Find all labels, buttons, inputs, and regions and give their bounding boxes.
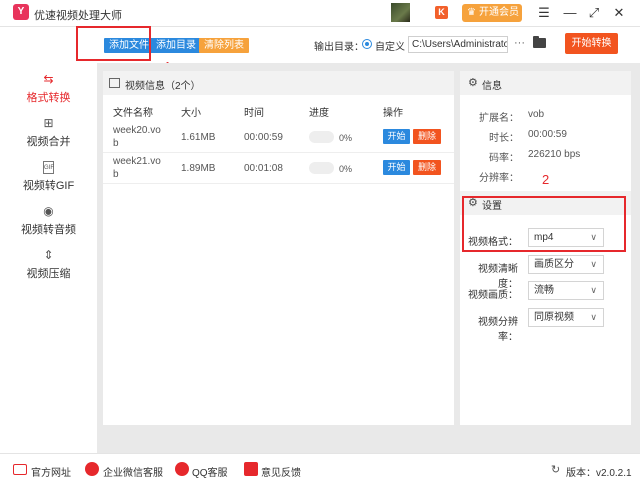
folder-icon[interactable] (533, 36, 546, 48)
clear-list-button[interactable]: 清除列表 (199, 38, 249, 53)
k-brand-icon[interactable]: K (435, 6, 448, 19)
merge-icon: ⊞ (43, 116, 54, 130)
maximize-icon[interactable]: ⤢ (585, 4, 603, 22)
info-value-extension: vob (528, 109, 545, 120)
website-link[interactable]: 官方网址 (31, 464, 71, 479)
progress-percent: 0% (339, 133, 353, 143)
sidebar-item-label: 视频转GIF (22, 180, 75, 192)
chevron-down-icon: ∨ (590, 259, 597, 269)
info-key-extension: 扩展名： (479, 113, 519, 124)
convert-all-button[interactable]: 开始转换 (565, 33, 618, 54)
column-header-progress: 进度 (309, 108, 329, 119)
audio-icon: ◉ (43, 204, 54, 218)
column-header-name: 文件名称 (113, 108, 153, 119)
version-label: 版本：v2.0.2.1 (566, 468, 632, 479)
info-panel-header: ⚙ 信息 (460, 71, 631, 95)
feedback-icon (244, 462, 258, 476)
video-list-panel: 视频信息（2个） 文件名称 大小 时间 进度 操作 week20.vob 1.6… (103, 71, 454, 425)
refresh-icon[interactable]: ↻ (551, 463, 560, 476)
video-quality-select[interactable]: 流畅 ∨ (528, 281, 604, 300)
video-resolution-label: 视频分辨率： (478, 317, 518, 343)
column-header-time: 时间 (244, 108, 264, 119)
app-logo-icon: Y (13, 4, 29, 20)
minimize-icon[interactable]: — (561, 4, 579, 22)
annotation-box-1 (76, 26, 151, 61)
footer: 官方网址 企业微信客服 QQ客服 意见反馈 ↻ 版本：v2.0.2.1 (0, 453, 640, 485)
start-button[interactable]: 开始 (383, 129, 410, 144)
info-value-duration: 00:00:59 (528, 129, 567, 140)
wechat-icon (85, 462, 99, 476)
title-bar: Y 优速视频处理大师 K ♛ 开通会员 ☰ — ⤢ ✕ (0, 0, 640, 27)
file-name: week20.vob (113, 125, 161, 149)
video-clarity-value: 画质区分 (534, 259, 574, 270)
file-size: 1.89MB (181, 163, 216, 174)
avatar[interactable] (391, 3, 410, 22)
crown-icon: ♛ (467, 7, 476, 18)
app-title: 优速视频处理大师 (34, 10, 122, 22)
chevron-down-icon: ∨ (590, 312, 597, 322)
progress-bar (309, 131, 334, 143)
close-icon[interactable]: ✕ (610, 4, 628, 22)
wechat-support-link[interactable]: 企业微信客服 (103, 464, 163, 479)
vip-button[interactable]: ♛ 开通会员 (462, 4, 522, 22)
info-key-bitrate: 码率： (489, 153, 519, 164)
sidebar-item-compress[interactable]: ⇕ 视频压缩 (0, 249, 97, 281)
gif-icon: GIF (43, 161, 54, 174)
start-button[interactable]: 开始 (383, 160, 410, 175)
custom-radio[interactable] (362, 39, 372, 49)
add-directory-button[interactable]: 添加目录 (151, 38, 201, 53)
file-size: 1.61MB (181, 132, 216, 143)
sidebar-item-audio[interactable]: ◉ 视频转音频 (0, 205, 97, 237)
table-row[interactable]: week21.vob 1.89MB 00:01:08 0% 开始 删除 (103, 153, 454, 184)
file-duration: 00:01:08 (244, 163, 283, 174)
custom-radio-label: 自定义 (375, 42, 405, 53)
website-icon (13, 464, 27, 475)
file-duration: 00:00:59 (244, 132, 283, 143)
info-value-bitrate: 226210 bps (528, 149, 581, 160)
video-clarity-select[interactable]: 画质区分 ∨ (528, 255, 604, 274)
sidebar-item-merge[interactable]: ⊞ 视频合并 (0, 117, 97, 149)
feedback-link[interactable]: 意见反馈 (261, 464, 301, 479)
sidebar-item-label: 视频压缩 (26, 268, 71, 280)
video-panel-title: 视频信息（2个） (125, 81, 201, 92)
format-convert-icon: ⇆ (43, 72, 54, 86)
menu-icon[interactable]: ☰ (535, 4, 553, 22)
output-path-field[interactable]: C:\Users\Administrator\ (408, 36, 508, 53)
image-icon (109, 78, 120, 88)
sidebar-item-gif[interactable]: GIF 视频转GIF (0, 161, 97, 193)
video-resolution-value: 同原视频 (534, 312, 574, 323)
video-panel-header: 视频信息（2个） (103, 71, 454, 95)
info-key-resolution: 分辨率： (479, 173, 519, 184)
chevron-down-icon: ∨ (590, 285, 597, 295)
file-name: week21.vob (113, 156, 161, 180)
gear-icon: ⚙ (468, 77, 478, 89)
delete-button[interactable]: 删除 (413, 129, 441, 144)
output-dir-label: 输出目录： (314, 42, 364, 53)
info-key-duration: 时长： (489, 133, 519, 144)
compress-icon: ⇕ (43, 248, 54, 262)
video-quality-value: 流畅 (534, 285, 554, 296)
sidebar-item-label: 视频转音频 (21, 224, 76, 236)
info-panel-title: 信息 (482, 81, 502, 92)
sidebar-item-label: 格式转换 (26, 92, 71, 104)
column-header-size: 大小 (181, 108, 201, 119)
annotation-number-2: 2 (542, 172, 550, 187)
browse-more-button[interactable]: ··· (514, 37, 525, 49)
qq-icon (175, 462, 189, 476)
sidebar: ⇆ 格式转换 ⊞ 视频合并 GIF 视频转GIF ◉ 视频转音频 ⇕ 视频压缩 (0, 63, 97, 453)
delete-button[interactable]: 删除 (413, 160, 441, 175)
qq-support-link[interactable]: QQ客服 (192, 464, 228, 479)
column-header-actions: 操作 (383, 108, 403, 119)
vip-label: 开通会员 (479, 7, 519, 18)
table-row[interactable]: week20.vob 1.61MB 00:00:59 0% 开始 删除 (103, 122, 454, 153)
progress-percent: 0% (339, 164, 353, 174)
sidebar-item-label: 视频合并 (26, 136, 71, 148)
video-resolution-select[interactable]: 同原视频 ∨ (528, 308, 604, 327)
sidebar-item-format-convert[interactable]: ⇆ 格式转换 (0, 73, 97, 105)
progress-bar (309, 162, 334, 174)
video-quality-label: 视频画质： (468, 290, 518, 301)
annotation-box-2 (462, 196, 626, 252)
